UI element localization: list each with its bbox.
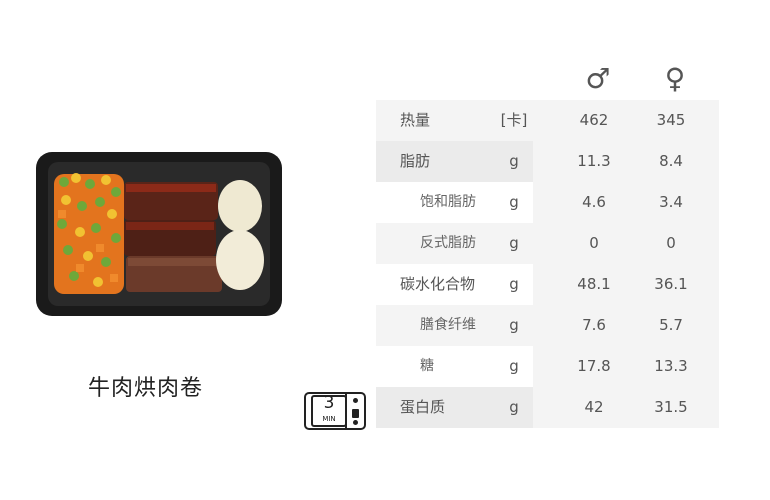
microwave-minutes: 3 [323,393,335,413]
male-value: 42 [584,398,604,416]
female-value: 345 [656,111,686,129]
male-value: 7.6 [582,316,606,334]
female-value: 3.4 [659,193,683,211]
male-value: 462 [579,111,609,129]
male-icon: ♂ [585,62,611,95]
female-icon: ♀ [664,62,686,95]
nutrition-table: 热量 [卡] 462 345 脂肪 g 11.3 8.4 饱和脂肪 g 4.6 … [376,100,719,428]
male-value: 4.6 [582,193,606,211]
table-row: 热量 [卡] 462 345 [376,100,719,141]
row-unit: [卡] [500,111,528,129]
female-value: 5.7 [659,316,683,334]
table-row: 饱和脂肪 g 4.6 3.4 [376,182,719,223]
female-value: 13.3 [654,357,688,375]
row-unit: g [509,152,519,170]
table-row: 脂肪 g 11.3 8.4 [376,141,719,182]
table-row: 糖 g 17.8 13.3 [376,346,719,387]
female-value: 0 [666,234,676,252]
row-unit: g [509,316,519,334]
male-value: 11.3 [577,152,611,170]
female-value: 31.5 [654,398,688,416]
male-value: 0 [589,234,599,252]
row-unit: g [509,234,519,252]
table-row: 膳食纤维 g 7.6 5.7 [376,305,719,346]
dish-name: 牛肉烘肉卷 [88,376,204,401]
row-unit: g [509,357,519,375]
row-unit: g [509,275,519,293]
row-unit: g [509,398,519,416]
table-row: 碳水化合物 g 48.1 36.1 [376,264,719,305]
table-row: 反式脂肪 g 0 0 [376,223,719,264]
row-unit: g [509,193,519,211]
table-row: 蛋白质 g 42 31.5 [376,387,719,428]
female-value: 8.4 [659,152,683,170]
male-value: 17.8 [577,357,611,375]
microwave-unit: MIN [322,415,336,423]
microwave-icon: 3 MIN [304,392,366,430]
female-value: 36.1 [654,275,688,293]
food-image [36,152,282,316]
male-value: 48.1 [577,275,611,293]
